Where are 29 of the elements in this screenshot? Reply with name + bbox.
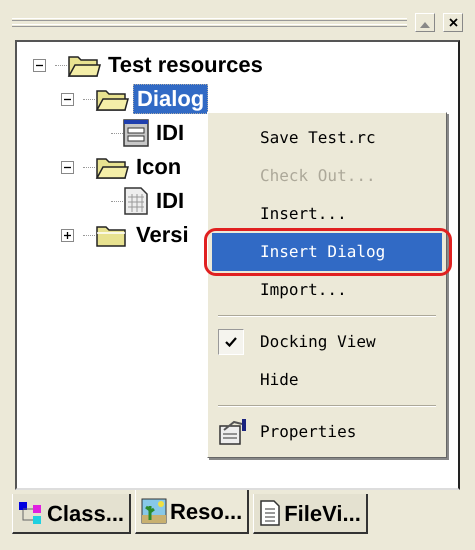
up-triangle-icon: [420, 22, 430, 28]
close-button[interactable]: [443, 12, 463, 32]
maximize-button[interactable]: [415, 12, 435, 32]
collapse-icon[interactable]: [61, 160, 74, 174]
menu-item[interactable]: Insert...: [212, 195, 442, 233]
dialog-icon: [123, 119, 149, 147]
menu-item[interactable]: Save Test.rc: [212, 119, 442, 157]
tree-item[interactable]: Icon: [133, 153, 184, 181]
tree-item[interactable]: Test resources: [105, 51, 266, 79]
document-icon: [259, 500, 282, 526]
collapse-icon[interactable]: [33, 58, 46, 72]
close-icon: [448, 18, 458, 26]
menu-item[interactable]: Docking View: [212, 323, 442, 361]
tree-item[interactable]: IDI: [153, 119, 188, 147]
tree-item[interactable]: IDI: [153, 187, 188, 215]
collapse-icon[interactable]: [61, 92, 74, 106]
class-view-icon: [18, 500, 44, 526]
menu-item[interactable]: Import...: [212, 271, 442, 309]
menu-item[interactable]: Hide: [212, 361, 442, 399]
landscape-icon: [141, 498, 168, 524]
properties-icon: [218, 418, 248, 446]
tree-item[interactable]: Dialog: [133, 84, 208, 114]
menu-item[interactable]: Insert Dialog: [212, 233, 442, 271]
tab[interactable]: FileVi...: [253, 494, 368, 534]
expand-icon[interactable]: [61, 228, 74, 242]
menu-item[interactable]: Properties: [212, 413, 442, 451]
tab[interactable]: Class...: [12, 494, 132, 534]
tree-item[interactable]: Versi: [133, 221, 192, 249]
tab[interactable]: Reso...: [135, 490, 250, 534]
